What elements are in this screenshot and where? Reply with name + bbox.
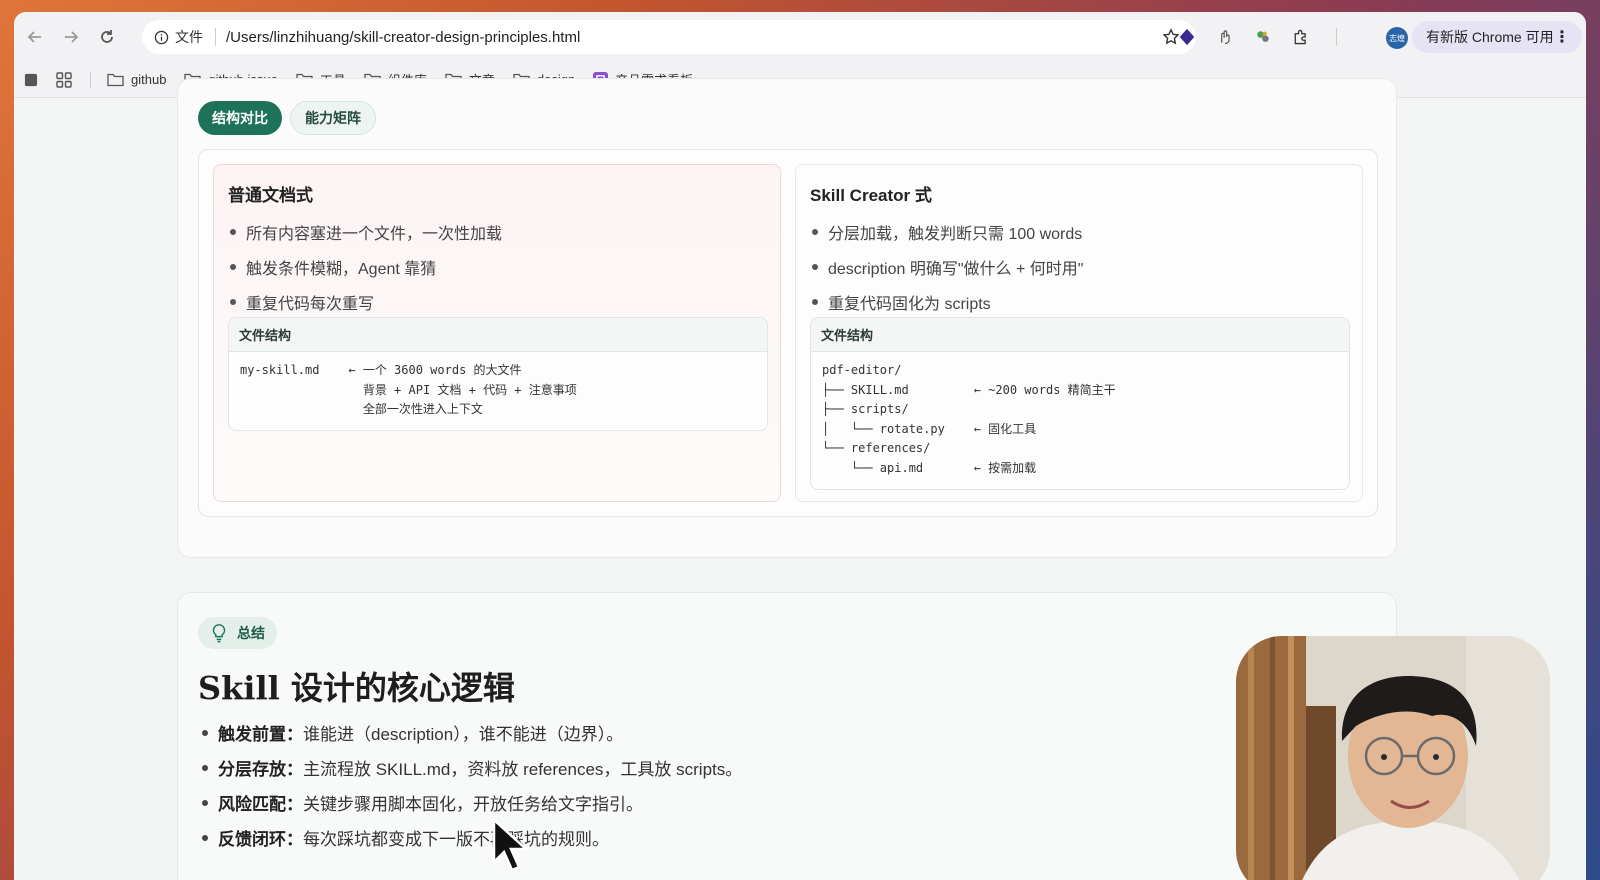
bullet-list: 分层加载，触发判断只需 100 words description 明确写"做什…	[810, 214, 1348, 319]
webcam-overlay	[1236, 636, 1550, 880]
browser-toolbar: 文件 /Users/linzhihuang/skill-creator-desi…	[14, 12, 1586, 62]
summary-card: 总结 Skill 设计的核心逻辑 触发前置： 谁能进（description），谁…	[177, 592, 1397, 880]
list-item: 触发条件模糊，Agent 靠猜	[228, 249, 766, 284]
lightbulb-icon	[212, 624, 226, 643]
column-title: Skill Creator 式	[810, 186, 932, 205]
list-item: 重复代码每次重写	[228, 284, 766, 319]
more-menu-icon[interactable]: ⋮	[1554, 27, 1570, 47]
reload-button[interactable]	[92, 22, 122, 52]
plain-doc-column: 普通文档式 所有内容塞进一个文件，一次性加载 触发条件模糊，Agent 靠猜 重…	[213, 164, 781, 502]
list-item: 分层存放： 主流程放 SKILL.md，资料放 references，工具放 sc…	[198, 750, 742, 785]
bookmark-square-icon[interactable]	[24, 73, 38, 87]
item-label: 分层存放：	[218, 760, 303, 779]
update-label: 有新版 Chrome 可用	[1426, 29, 1554, 45]
presenter-video	[1236, 636, 1550, 880]
mouse-cursor-icon	[492, 818, 530, 872]
profile-avatar[interactable]: 志煌	[1386, 27, 1408, 49]
item-text: 谁能进（description），谁不能进（边界）。	[303, 725, 624, 744]
address-url[interactable]: /Users/linzhihuang/skill-creator-design-…	[226, 29, 580, 46]
info-icon	[154, 30, 169, 44]
reload-icon	[101, 30, 113, 43]
extension-colorful-icon[interactable]	[1252, 26, 1274, 48]
bookmark-github[interactable]: github	[107, 72, 166, 87]
list-item: 重复代码固化为 scripts	[810, 284, 1348, 319]
item-label: 反馈闭环：	[218, 830, 303, 849]
file-structure-box: 文件结构 pdf-editor/ ├── SKILL.md ← ~200 wor…	[810, 317, 1350, 490]
bullet-list: 所有内容塞进一个文件，一次性加载 触发条件模糊，Agent 靠猜 重复代码每次重…	[228, 214, 766, 319]
list-item: 反馈闭环： 每次踩坑都变成下一版不再踩坑的规则。	[198, 820, 742, 855]
comparison-tabs: 结构对比 能力矩阵	[198, 101, 376, 135]
comparison-panel: 普通文档式 所有内容塞进一个文件，一次性加载 触发条件模糊，Agent 靠猜 重…	[198, 149, 1378, 517]
extension-diamond-icon[interactable]	[1176, 26, 1198, 48]
bookmarks-separator	[90, 71, 91, 88]
address-divider	[215, 28, 216, 46]
tab-capability-matrix[interactable]: 能力矩阵	[290, 101, 376, 135]
site-info-chip[interactable]: 文件	[154, 27, 203, 47]
item-text: 关键步骤用脚本固化，开放任务给文字指引。	[303, 795, 643, 814]
file-tree: my-skill.md ← 一个 3600 words 的大文件 背景 + AP…	[240, 363, 577, 417]
tab-structure-compare[interactable]: 结构对比	[198, 101, 282, 135]
file-structure-heading: 文件结构	[811, 318, 1349, 352]
chrome-update-button[interactable]: 有新版 Chrome 可用 ⋮	[1412, 21, 1582, 53]
item-label: 风险匹配：	[218, 795, 303, 814]
file-tree: pdf-editor/ ├── SKILL.md ← ~200 words 精简…	[822, 363, 1116, 475]
summary-badge: 总结	[198, 617, 277, 649]
item-text: 主流程放 SKILL.md，资料放 references，工具放 scripts…	[303, 760, 743, 779]
summary-list: 触发前置： 谁能进（description），谁不能进（边界）。 分层存放： 主流程…	[198, 715, 742, 855]
list-item: 分层加载，触发判断只需 100 words	[810, 214, 1348, 249]
badge-label: 总结	[237, 625, 265, 641]
extension-hand-icon[interactable]	[1214, 26, 1236, 48]
forward-button[interactable]	[56, 22, 86, 52]
file-structure-box: 文件结构 my-skill.md ← 一个 3600 words 的大文件 背景…	[228, 317, 768, 431]
arrow-right-icon	[65, 31, 79, 43]
bookmark-label: github	[131, 72, 167, 87]
list-item: description 明确写"做什么 + 何时用"	[810, 249, 1348, 284]
address-bar[interactable]: 文件 /Users/linzhihuang/skill-creator-desi…	[142, 20, 1196, 54]
extensions-puzzle-icon[interactable]	[1290, 26, 1312, 48]
column-title: 普通文档式	[228, 186, 313, 205]
summary-title: Skill 设计的核心逻辑	[198, 669, 515, 707]
toolbar-divider	[1336, 28, 1337, 46]
apps-grid-icon[interactable]	[56, 71, 72, 88]
comparison-card: 结构对比 能力矩阵 普通文档式 所有内容塞进一个文件，一次性加载 触发条件模糊，…	[177, 78, 1397, 558]
list-item: 触发前置： 谁能进（description），谁不能进（边界）。	[198, 715, 742, 750]
folder-icon	[107, 73, 124, 87]
skill-creator-column: Skill Creator 式 分层加载，触发判断只需 100 words de…	[795, 164, 1363, 502]
item-text: 每次踩坑都变成下一版不再踩坑的规则。	[303, 830, 609, 849]
arrow-left-icon	[27, 31, 41, 43]
item-label: 触发前置：	[218, 725, 303, 744]
address-scheme: 文件	[175, 29, 203, 45]
file-structure-heading: 文件结构	[229, 318, 767, 352]
list-item: 风险匹配： 关键步骤用脚本固化，开放任务给文字指引。	[198, 785, 742, 820]
list-item: 所有内容塞进一个文件，一次性加载	[228, 214, 766, 249]
back-button[interactable]	[20, 22, 50, 52]
